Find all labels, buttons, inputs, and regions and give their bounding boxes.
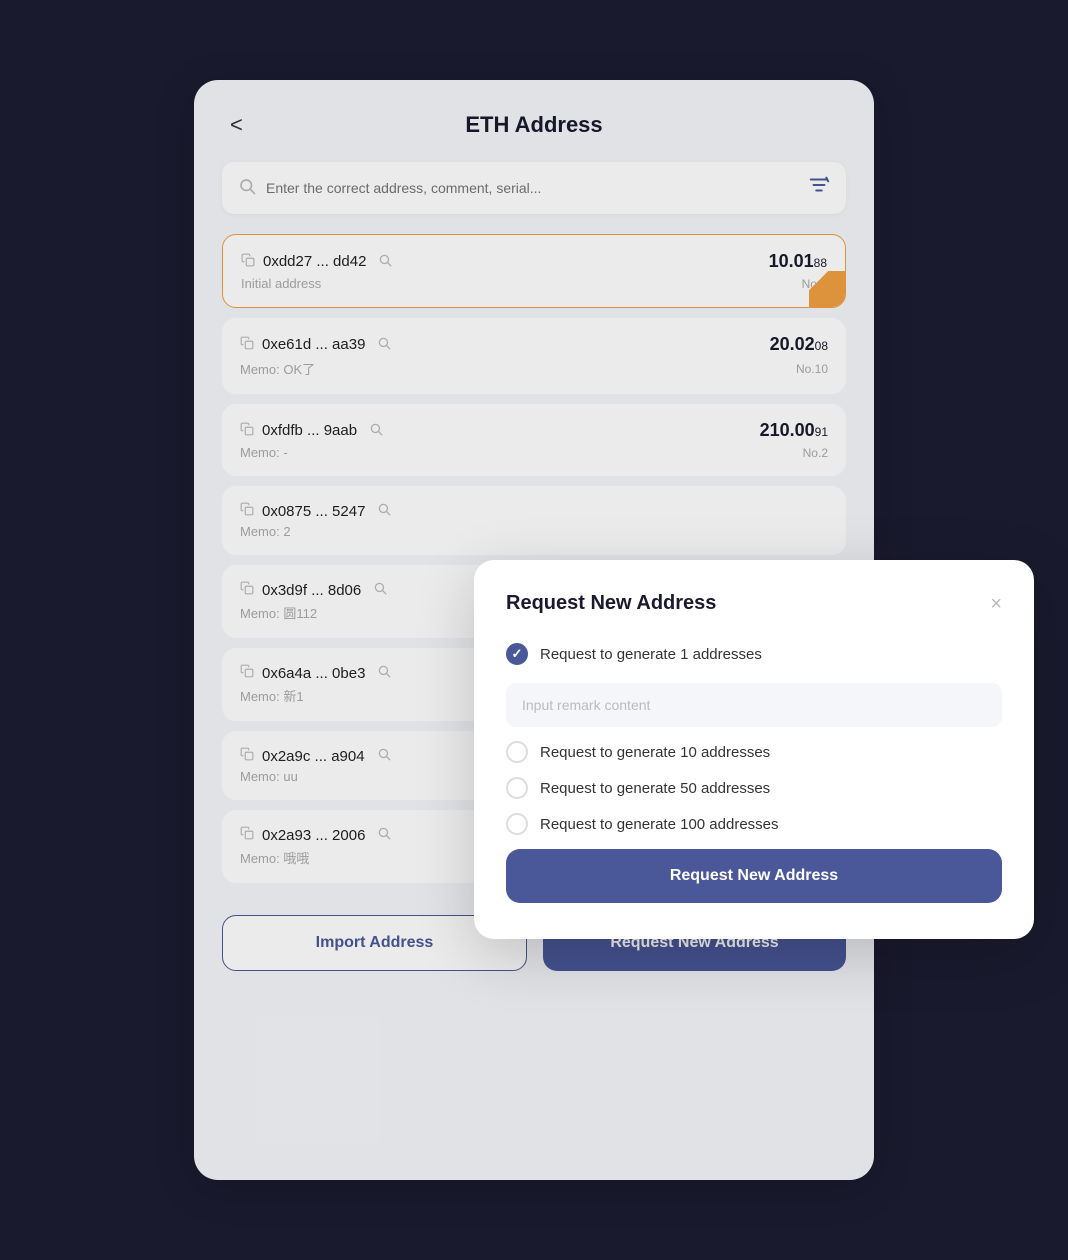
modal-header: Request New Address × xyxy=(506,592,1002,615)
radio-circle[interactable] xyxy=(506,643,528,665)
main-card: < ETH Address xyxy=(194,80,874,1180)
radio-option[interactable]: Request to generate 100 addresses xyxy=(506,813,1002,835)
radio-option[interactable]: Request to generate 10 addresses xyxy=(506,741,1002,763)
modal-options: Request to generate 1 addresses Request … xyxy=(506,643,1002,835)
radio-circle[interactable] xyxy=(506,777,528,799)
radio-option[interactable]: Request to generate 50 addresses xyxy=(506,777,1002,799)
request-new-address-modal: Request New Address × Request to generat… xyxy=(474,560,1034,939)
remark-input[interactable] xyxy=(506,683,1002,727)
modal-confirm-area: Request New Address xyxy=(506,849,1002,903)
radio-label: Request to generate 1 addresses xyxy=(540,646,762,663)
radio-label: Request to generate 50 addresses xyxy=(540,780,770,797)
modal-title: Request New Address xyxy=(506,592,716,615)
modal-confirm-button[interactable]: Request New Address xyxy=(506,849,1002,903)
radio-label: Request to generate 100 addresses xyxy=(540,816,779,833)
radio-circle[interactable] xyxy=(506,741,528,763)
radio-option[interactable]: Request to generate 1 addresses xyxy=(506,643,1002,665)
radio-label: Request to generate 10 addresses xyxy=(540,744,770,761)
modal-close-button[interactable]: × xyxy=(990,594,1002,614)
radio-circle[interactable] xyxy=(506,813,528,835)
